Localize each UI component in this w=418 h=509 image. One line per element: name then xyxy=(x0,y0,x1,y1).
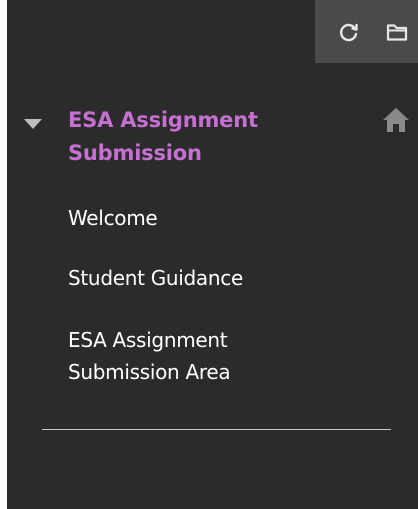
menu-divider xyxy=(42,429,391,430)
collapse-arrow-icon[interactable] xyxy=(23,118,43,130)
refresh-button[interactable] xyxy=(337,20,361,44)
folder-button[interactable] xyxy=(385,20,409,44)
menu-item-student-guidance[interactable]: Student Guidance xyxy=(68,262,368,294)
course-menu-panel: ESA Assignment Submission Welcome Studen… xyxy=(7,0,418,509)
folder-icon xyxy=(386,24,408,41)
refresh-icon xyxy=(339,23,358,42)
menu-toolbar xyxy=(315,0,418,63)
home-icon[interactable] xyxy=(382,107,410,133)
menu-item-esa-submission-area[interactable]: ESA Assignment Submission Area xyxy=(68,324,298,388)
menu-item-welcome[interactable]: Welcome xyxy=(68,202,368,234)
course-header[interactable]: ESA Assignment Submission xyxy=(7,104,367,174)
course-title[interactable]: ESA Assignment Submission xyxy=(68,104,328,170)
